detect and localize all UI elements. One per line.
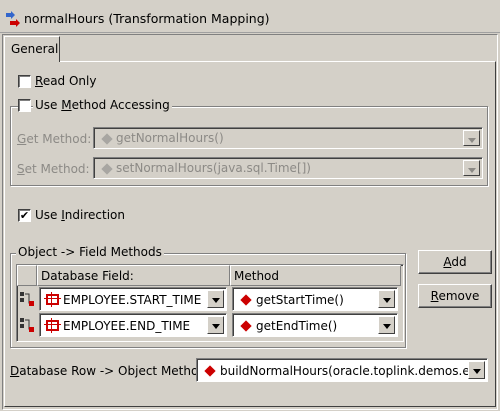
field-mapping-icon [20,292,34,306]
use-indirection-checkbox[interactable]: ✔ [18,209,31,222]
field-mapping-icon [20,318,34,332]
method-icon [240,320,252,332]
row-header-corner [17,265,37,286]
tab-general[interactable]: General [4,36,60,62]
method-combo-row-1[interactable]: getStartTime() [232,287,398,311]
method-value: getEndTime() [256,319,338,333]
chevron-down-icon[interactable] [378,316,395,334]
chevron-down-icon[interactable] [468,361,485,379]
column-header-database-field[interactable]: Database Field: [37,265,230,286]
database-field-combo-row-1[interactable]: EMPLOYEE.START_TIME [39,287,227,311]
set-method-label: Set Method: [17,162,90,176]
method-value: getStartTime() [256,293,344,307]
window-title: normalHours (Transformation Mapping) [24,11,270,26]
row-to-object-method-combo[interactable]: buildNormalHours(oracle.toplink.demos.e.… [196,358,488,382]
column-header-method[interactable]: Method [230,265,401,286]
set-method-value: setNormalHours(java.sql.Time[]) [116,161,311,175]
use-method-accessing-checkbox[interactable] [18,99,31,112]
read-only-label: Read Only [35,74,97,88]
add-button[interactable]: Add [418,250,492,274]
chevron-down-icon[interactable] [463,130,480,146]
row-to-object-value: buildNormalHours(oracle.toplink.demos.e.… [220,364,485,378]
set-method-combo[interactable]: setNormalHours(java.sql.Time[]) [93,157,483,179]
method-icon [101,133,113,145]
chevron-down-icon[interactable] [207,290,224,308]
tab-label: General [11,42,59,56]
chevron-down-icon[interactable] [207,316,224,334]
use-method-accessing-label: Use Method Accessing [33,98,172,112]
field-methods-label: Object -> Field Methods [16,245,164,259]
get-method-combo[interactable]: getNormalHours() [93,127,483,149]
get-method-label: Get Method: [17,132,92,146]
mapping-icon [6,11,20,27]
read-only-label-rest: ead Only [42,74,97,88]
get-method-value: getNormalHours() [116,131,224,145]
method-combo-row-2[interactable]: getEndTime() [232,313,398,337]
chevron-down-icon[interactable] [463,160,480,176]
read-only-checkbox[interactable] [18,75,31,88]
use-indirection-label: Use Indirection [35,208,125,222]
database-field-combo-row-2[interactable]: EMPLOYEE.END_TIME [39,313,227,337]
database-field-value: EMPLOYEE.START_TIME [63,293,202,307]
database-field-value: EMPLOYEE.END_TIME [63,319,191,333]
method-icon [240,294,252,306]
method-icon [101,163,113,175]
database-field-icon [44,318,61,333]
database-field-icon [44,292,61,307]
row-to-object-label: Database Row -> Object Method: [10,364,210,378]
remove-button[interactable]: Remove [418,284,492,308]
window-title-bar: normalHours (Transformation Mapping) [0,0,500,33]
method-icon [204,365,216,377]
chevron-down-icon[interactable] [378,290,395,308]
